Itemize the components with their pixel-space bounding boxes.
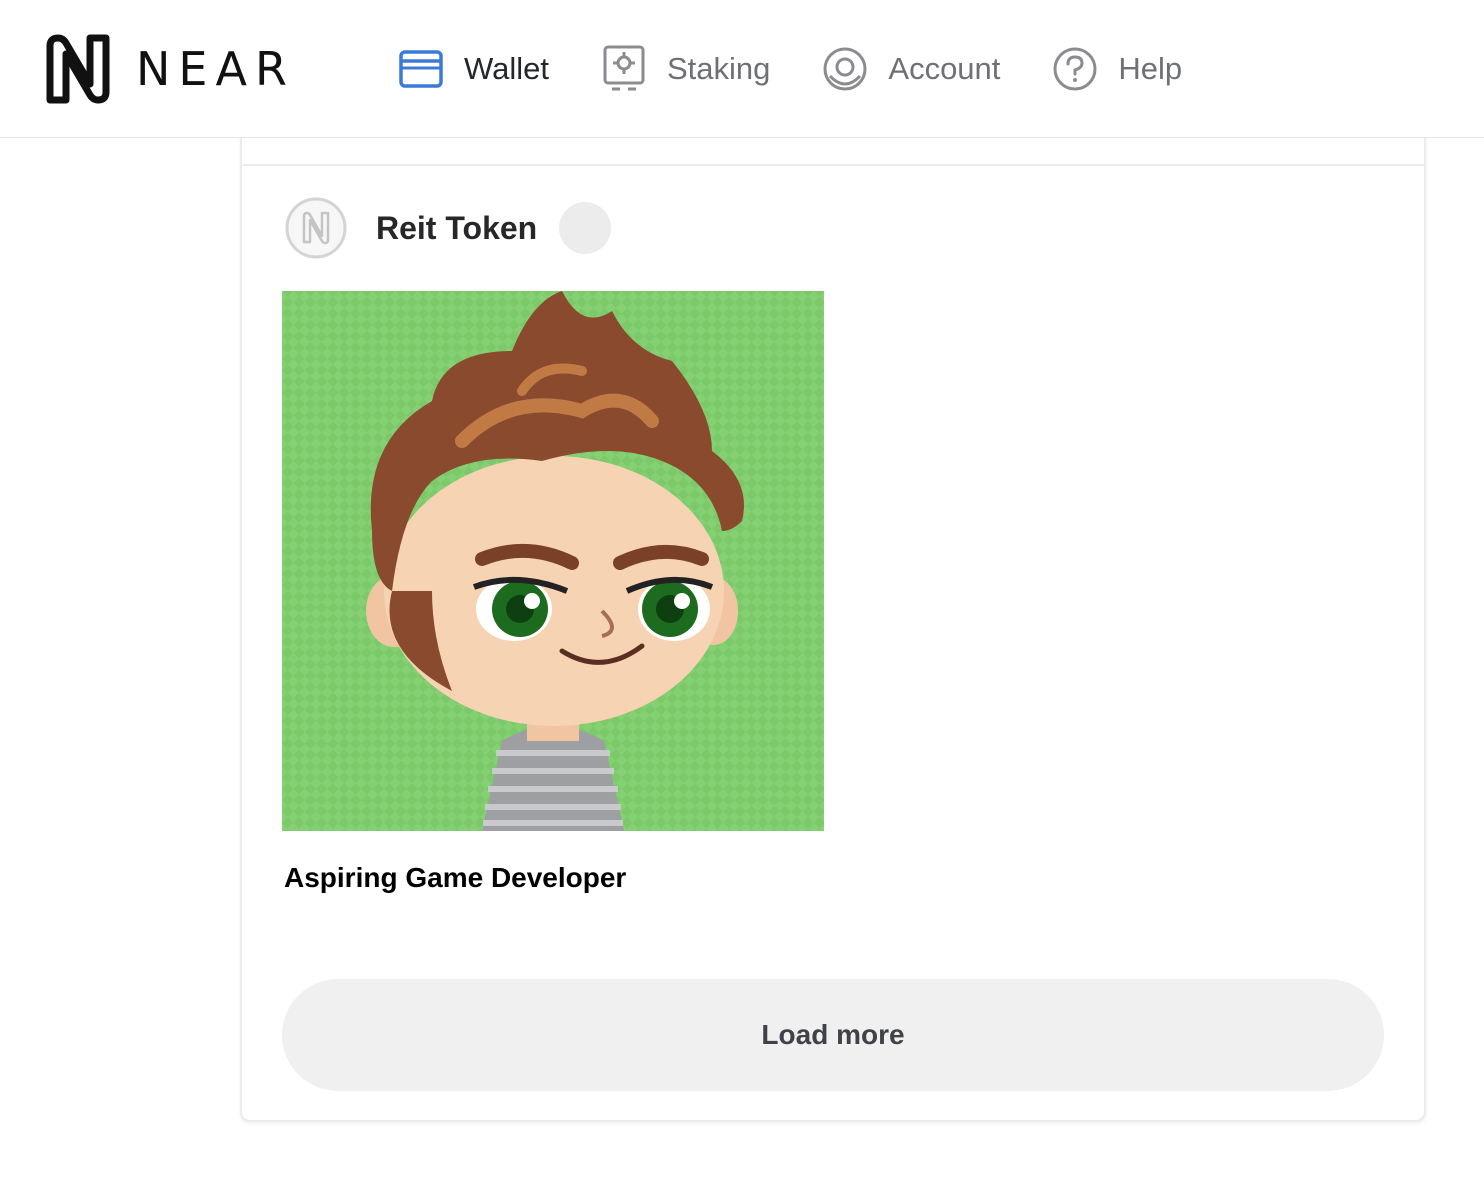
nav-staking-label: Staking xyxy=(666,51,771,86)
account-icon xyxy=(822,46,868,92)
avatar-image[interactable] xyxy=(282,291,824,831)
near-logo[interactable]: NEAR xyxy=(44,34,295,104)
nav-help[interactable]: Help xyxy=(1052,46,1182,92)
nav-wallet-label: Wallet xyxy=(464,51,549,86)
brand-name: NEAR xyxy=(136,42,295,96)
near-logo-icon xyxy=(46,34,110,104)
nft-collection-card: Reit Token Aspiring Game Developer Load … xyxy=(240,110,1426,1122)
nav-account-label: Account xyxy=(888,51,1001,86)
nav-account[interactable]: Account xyxy=(822,46,1000,92)
collection-count-badge xyxy=(559,202,612,254)
top-header: NEAR Wallet Staking Account Help xyxy=(0,0,1484,138)
wallet-icon xyxy=(398,46,444,92)
collection-name: Reit Token xyxy=(376,209,538,246)
main-nav: Wallet Staking Account Help xyxy=(398,40,1234,98)
nav-help-label: Help xyxy=(1118,51,1183,86)
load-more-button[interactable]: Load more xyxy=(282,979,1384,1091)
staking-icon xyxy=(601,45,647,92)
nft-title[interactable]: Aspiring Game Developer xyxy=(284,862,626,894)
near-token-icon xyxy=(285,197,347,259)
nav-staking[interactable]: Staking xyxy=(601,45,771,92)
nav-wallet[interactable]: Wallet xyxy=(398,46,549,92)
card-divider xyxy=(242,164,1424,166)
help-icon xyxy=(1052,46,1098,92)
collection-header[interactable]: Reit Token xyxy=(284,196,612,260)
